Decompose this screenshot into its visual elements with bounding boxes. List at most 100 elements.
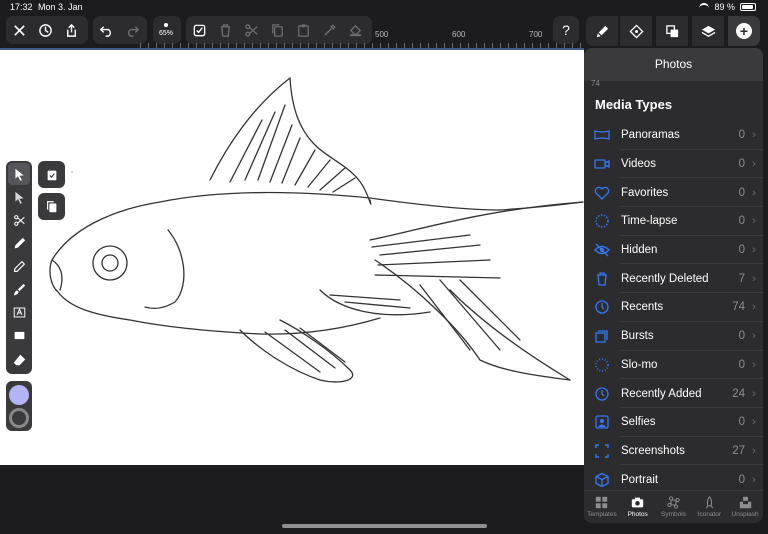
paste-in-place-button[interactable] xyxy=(38,161,65,188)
chevron-right-icon: › xyxy=(752,301,756,314)
tab-iconator[interactable]: Iconator xyxy=(691,491,727,523)
media-row-favorites[interactable]: Favorites 0 › xyxy=(584,178,763,207)
media-row-count: 0 xyxy=(738,244,745,257)
text-box-icon xyxy=(13,307,25,317)
chevron-right-icon: › xyxy=(752,473,756,486)
cube-icon xyxy=(594,472,610,488)
media-row-count: 0 xyxy=(738,186,745,199)
chevron-right-icon: › xyxy=(752,215,756,228)
eraser-tool[interactable] xyxy=(8,348,30,370)
media-row-label: Recently Deleted xyxy=(621,272,709,285)
shape-tool[interactable] xyxy=(8,324,30,346)
status-bar: 17:32 Mon 3. Jan 89 % xyxy=(0,0,768,14)
pencil-tool[interactable] xyxy=(8,255,30,277)
media-row-count: 24 xyxy=(732,387,745,400)
media-row-videos[interactable]: Videos 0 › xyxy=(584,150,763,179)
media-row-count: 0 xyxy=(738,358,745,371)
chevron-right-icon: › xyxy=(752,186,756,199)
media-row-label: Panoramas xyxy=(621,129,680,142)
selfie-icon xyxy=(594,414,610,430)
chevron-right-icon: › xyxy=(752,129,756,142)
fill-color-swatch[interactable] xyxy=(9,385,29,405)
arrow-cursor-icon xyxy=(14,168,24,181)
media-row-recently-deleted[interactable]: Recently Deleted 7 › xyxy=(584,264,763,293)
overlap-icon xyxy=(665,24,678,37)
status-right: 89 % xyxy=(699,2,756,12)
media-row-label: Portrait xyxy=(621,473,659,486)
drawing-canvas[interactable] xyxy=(0,48,584,465)
arrange-button[interactable] xyxy=(656,16,688,46)
scissors-icon xyxy=(13,214,25,226)
add-button[interactable]: + xyxy=(728,16,760,46)
media-row-screenshots[interactable]: Screenshots 27 › xyxy=(584,437,763,466)
select-tool[interactable] xyxy=(8,163,30,185)
media-types-list: Panoramas 0 › Videos 0 › Favorites 0 › T… xyxy=(584,121,763,494)
media-row-label: Hidden xyxy=(621,244,658,257)
media-row-count: 0 xyxy=(738,158,745,171)
text-tool[interactable] xyxy=(8,301,30,323)
media-row-count: 0 xyxy=(738,416,745,429)
scissors-tool[interactable] xyxy=(8,209,30,231)
wifi-icon xyxy=(699,3,710,11)
slomo-icon xyxy=(594,357,610,373)
layers-icon xyxy=(701,25,715,37)
panorama-icon xyxy=(594,127,610,143)
tab-label: Templates xyxy=(587,511,617,518)
eraser-icon xyxy=(13,354,25,365)
media-row-count: 74 xyxy=(732,301,745,314)
pen-tool[interactable] xyxy=(8,232,30,254)
panel-count: 74 xyxy=(591,79,600,88)
brush-settings-button[interactable] xyxy=(586,16,618,46)
trash-icon xyxy=(594,271,610,287)
layers-button[interactable] xyxy=(692,16,724,46)
tab-templates[interactable]: Templates xyxy=(584,491,620,523)
ruler-label: 700 xyxy=(529,30,543,39)
chevron-right-icon: › xyxy=(752,358,756,371)
photos-panel: Photos 74 Media Types Panoramas 0 › Vide… xyxy=(584,48,763,523)
media-row-count: 0 xyxy=(738,330,745,343)
rectangle-icon xyxy=(14,331,24,339)
command-icon xyxy=(667,496,680,509)
media-row-timelapse[interactable]: Time-lapse 0 › xyxy=(584,207,763,236)
media-row-selfies[interactable]: Selfies 0 › xyxy=(584,408,763,437)
media-row-label: Selfies xyxy=(621,416,656,429)
video-icon xyxy=(594,156,610,172)
direct-select-tool[interactable] xyxy=(8,186,30,208)
chevron-right-icon: › xyxy=(752,158,756,171)
chevron-right-icon: › xyxy=(752,272,756,285)
stroke-color-swatch[interactable] xyxy=(9,408,29,428)
media-row-hidden[interactable]: Hidden 0 › xyxy=(584,236,763,265)
duplicate-button[interactable] xyxy=(38,193,65,220)
ruler-label: 500 xyxy=(375,30,389,39)
bursts-icon xyxy=(594,328,610,344)
brush-tool[interactable] xyxy=(8,278,30,300)
pencil-icon xyxy=(13,260,25,272)
media-row-slomo[interactable]: Slo-mo 0 › xyxy=(584,351,763,380)
media-row-label: Recently Added xyxy=(621,387,702,400)
media-row-bursts[interactable]: Bursts 0 › xyxy=(584,322,763,351)
status-time: 17:32 xyxy=(10,2,33,12)
media-row-label: Favorites xyxy=(621,186,669,199)
media-row-label: Slo-mo xyxy=(621,358,658,371)
media-types-heading: Media Types xyxy=(595,97,673,112)
zoom-dot xyxy=(164,23,168,27)
media-row-label: Videos xyxy=(621,158,656,171)
plus-icon: + xyxy=(736,23,752,39)
horizontal-ruler: 500 600 700 xyxy=(0,28,583,48)
tab-unsplash[interactable]: Unsplash xyxy=(727,491,763,523)
chevron-right-icon: › xyxy=(752,416,756,429)
tab-label: Symbols xyxy=(661,511,686,518)
media-row-panoramas[interactable]: Panoramas 0 › xyxy=(584,121,763,150)
color-panel xyxy=(6,381,32,431)
layout-button[interactable] xyxy=(620,16,652,46)
pen-nib-icon xyxy=(14,237,25,248)
tab-symbols[interactable]: Symbols xyxy=(656,491,692,523)
tab-photos[interactable]: Photos xyxy=(620,491,656,523)
tab-label: Photos xyxy=(627,511,648,518)
ruler-label: 600 xyxy=(452,30,466,39)
chevron-right-icon: › xyxy=(752,387,756,400)
media-row-recents[interactable]: Recents 74 › xyxy=(584,293,763,322)
media-row-recently-added[interactable]: Recently Added 24 › xyxy=(584,379,763,408)
diamond-icon xyxy=(628,23,644,39)
media-row-count: 7 xyxy=(738,272,745,285)
